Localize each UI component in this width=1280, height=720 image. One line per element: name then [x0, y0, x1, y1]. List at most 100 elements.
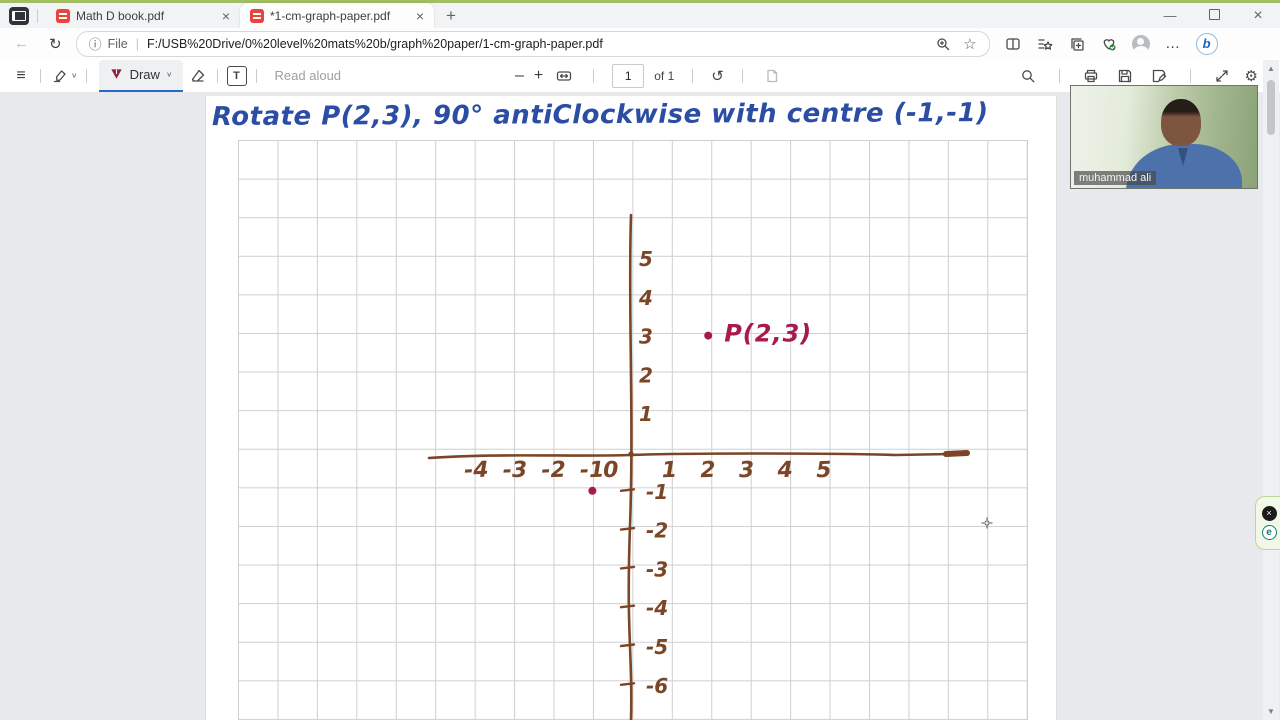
split-screen-icon[interactable] — [1004, 35, 1022, 53]
enter-fullscreen-icon[interactable] — [1211, 64, 1233, 88]
close-tab-icon[interactable]: × — [220, 9, 232, 23]
scrollbar-thumb[interactable] — [1267, 80, 1275, 135]
page-number-input[interactable] — [612, 63, 645, 88]
page-controls: – + of 1 ↺ — [515, 59, 783, 92]
svg-text:-4: -4 — [646, 596, 668, 620]
close-tab-icon[interactable]: × — [414, 9, 426, 23]
new-tab-button[interactable]: + — [446, 6, 456, 26]
svg-text:-1: -1 — [580, 458, 605, 484]
close-window-button[interactable]: × — [1236, 7, 1280, 25]
save-icon[interactable] — [1114, 64, 1136, 88]
svg-text:4: 4 — [776, 458, 793, 484]
divider — [1058, 68, 1060, 83]
refresh-button[interactable]: ↻ — [49, 35, 62, 53]
tab-actions-menu-button[interactable] — [9, 6, 29, 25]
webcam-overlay: muhammad ali — [1070, 85, 1258, 189]
svg-text:-1: -1 — [646, 480, 668, 504]
protocol-label: File — [107, 36, 128, 51]
zoom-page-icon[interactable] — [935, 36, 951, 52]
scroll-down-icon[interactable]: ▼ — [1263, 707, 1279, 716]
pdf-file-icon — [250, 8, 264, 23]
svg-text:1: 1 — [639, 402, 653, 426]
scrollbar[interactable]: ▲ ▼ — [1263, 60, 1279, 720]
window-controls: — × — [1148, 3, 1280, 28]
url-text: F:/USB%20Drive/0%20level%20mats%20b/grap… — [147, 36, 603, 51]
svg-text:-2: -2 — [541, 458, 566, 484]
widget-close-icon[interactable]: × — [1261, 506, 1277, 521]
tab-title: *1-cm-graph-paper.pdf — [270, 8, 391, 23]
draw-tool-button[interactable]: Draw ∨ — [98, 59, 183, 92]
svg-text:-2: -2 — [646, 519, 668, 543]
divider — [40, 68, 41, 83]
position-cursor-icon — [981, 517, 993, 529]
graph-annotations: -4 -3 -2 -10 1 2 3 4 554321-1-2-3-4-5-6P(2,3) — [427, 213, 970, 720]
browser-window: Math D book.pdf × *1-cm-graph-paper.pdf … — [0, 0, 1280, 720]
maximize-icon — [1208, 9, 1220, 20]
svg-text:2: 2 — [639, 363, 653, 387]
print-icon[interactable] — [1080, 64, 1102, 88]
svg-text:-5: -5 — [646, 635, 668, 659]
svg-text:0: 0 — [603, 458, 619, 484]
url-separator: | — [135, 36, 139, 51]
presenter-name-label: muhammad ali — [1074, 171, 1157, 185]
divider — [741, 68, 743, 83]
fit-to-width-icon[interactable] — [553, 64, 575, 88]
pdf-page[interactable]: Rotate P(2,3), 90° antiClockwise with ce… — [205, 96, 1057, 720]
highlighter-chevron-icon[interactable]: ∨ — [71, 71, 78, 80]
tab-math-d-book[interactable]: Math D book.pdf × — [46, 3, 240, 28]
widget-e-badge-icon[interactable]: e — [1261, 525, 1277, 540]
draw-pen-icon — [110, 69, 122, 79]
search-document-icon[interactable] — [1017, 64, 1039, 88]
side-extension-widget[interactable]: × e — [1255, 496, 1280, 550]
table-of-contents-icon[interactable]: ≡ — [10, 64, 32, 88]
svg-text:3: 3 — [639, 325, 653, 349]
browser-action-icons: … b — [1004, 32, 1218, 55]
add-text-icon[interactable]: T — [226, 64, 248, 88]
page-view-icon[interactable] — [761, 64, 783, 88]
zoom-in-button[interactable]: + — [534, 67, 543, 85]
collections-icon[interactable] — [1068, 35, 1086, 53]
read-aloud-button[interactable]: Read aloud — [275, 68, 342, 83]
svg-text:-6: -6 — [646, 674, 668, 698]
profile-avatar[interactable] — [1131, 34, 1150, 53]
tab-actions-icon — [12, 10, 26, 21]
svg-text:5: 5 — [816, 458, 832, 484]
save-as-icon[interactable] — [1148, 64, 1170, 88]
pdf-settings-gear-icon[interactable]: ⚙ — [1245, 67, 1258, 85]
settings-more-icon[interactable]: … — [1164, 35, 1182, 53]
minimize-button[interactable]: — — [1148, 8, 1192, 23]
url-field[interactable]: ⓘ File | F:/USB%20Drive/0%20level%20mats… — [75, 30, 990, 57]
info-icon[interactable]: ⓘ — [89, 34, 102, 53]
favorite-star-icon[interactable]: ☆ — [963, 35, 976, 53]
svg-text:P(2,3): P(2,3) — [724, 320, 812, 348]
rotate-pages-icon[interactable]: ↺ — [711, 67, 724, 85]
maximize-button[interactable] — [1192, 8, 1236, 23]
svg-text:-3: -3 — [646, 557, 668, 581]
eraser-icon[interactable] — [187, 64, 209, 88]
svg-text:4: 4 — [638, 286, 653, 310]
divider — [593, 68, 595, 83]
zoom-out-button[interactable]: – — [515, 67, 524, 85]
draw-label: Draw — [129, 67, 160, 82]
browser-essentials-icon[interactable] — [1100, 35, 1118, 53]
draw-chevron-icon: ∨ — [165, 70, 173, 79]
favorites-bar-icon[interactable] — [1036, 35, 1054, 53]
page-count-label: of 1 — [654, 68, 675, 83]
bing-chat-icon[interactable]: b — [1195, 32, 1218, 55]
svg-text:-4: -4 — [464, 458, 489, 484]
pdf-file-icon — [56, 8, 70, 23]
svg-text:-3: -3 — [502, 458, 527, 484]
divider — [37, 8, 38, 23]
svg-text:5: 5 — [639, 247, 653, 271]
scroll-up-icon[interactable]: ▲ — [1263, 64, 1279, 73]
tab-graph-paper[interactable]: *1-cm-graph-paper.pdf × — [240, 3, 434, 28]
highlighter-icon[interactable] — [49, 64, 71, 88]
back-button[interactable]: ← — [14, 35, 29, 52]
svg-text:2: 2 — [700, 458, 716, 484]
svg-text:3: 3 — [738, 458, 754, 484]
divider — [255, 68, 257, 83]
presenter-head — [1161, 99, 1201, 146]
address-bar: ← ↻ ⓘ File | F:/USB%20Drive/0%20level%20… — [0, 28, 1280, 59]
tab-bar: Math D book.pdf × *1-cm-graph-paper.pdf … — [0, 3, 1280, 28]
divider — [216, 68, 218, 83]
